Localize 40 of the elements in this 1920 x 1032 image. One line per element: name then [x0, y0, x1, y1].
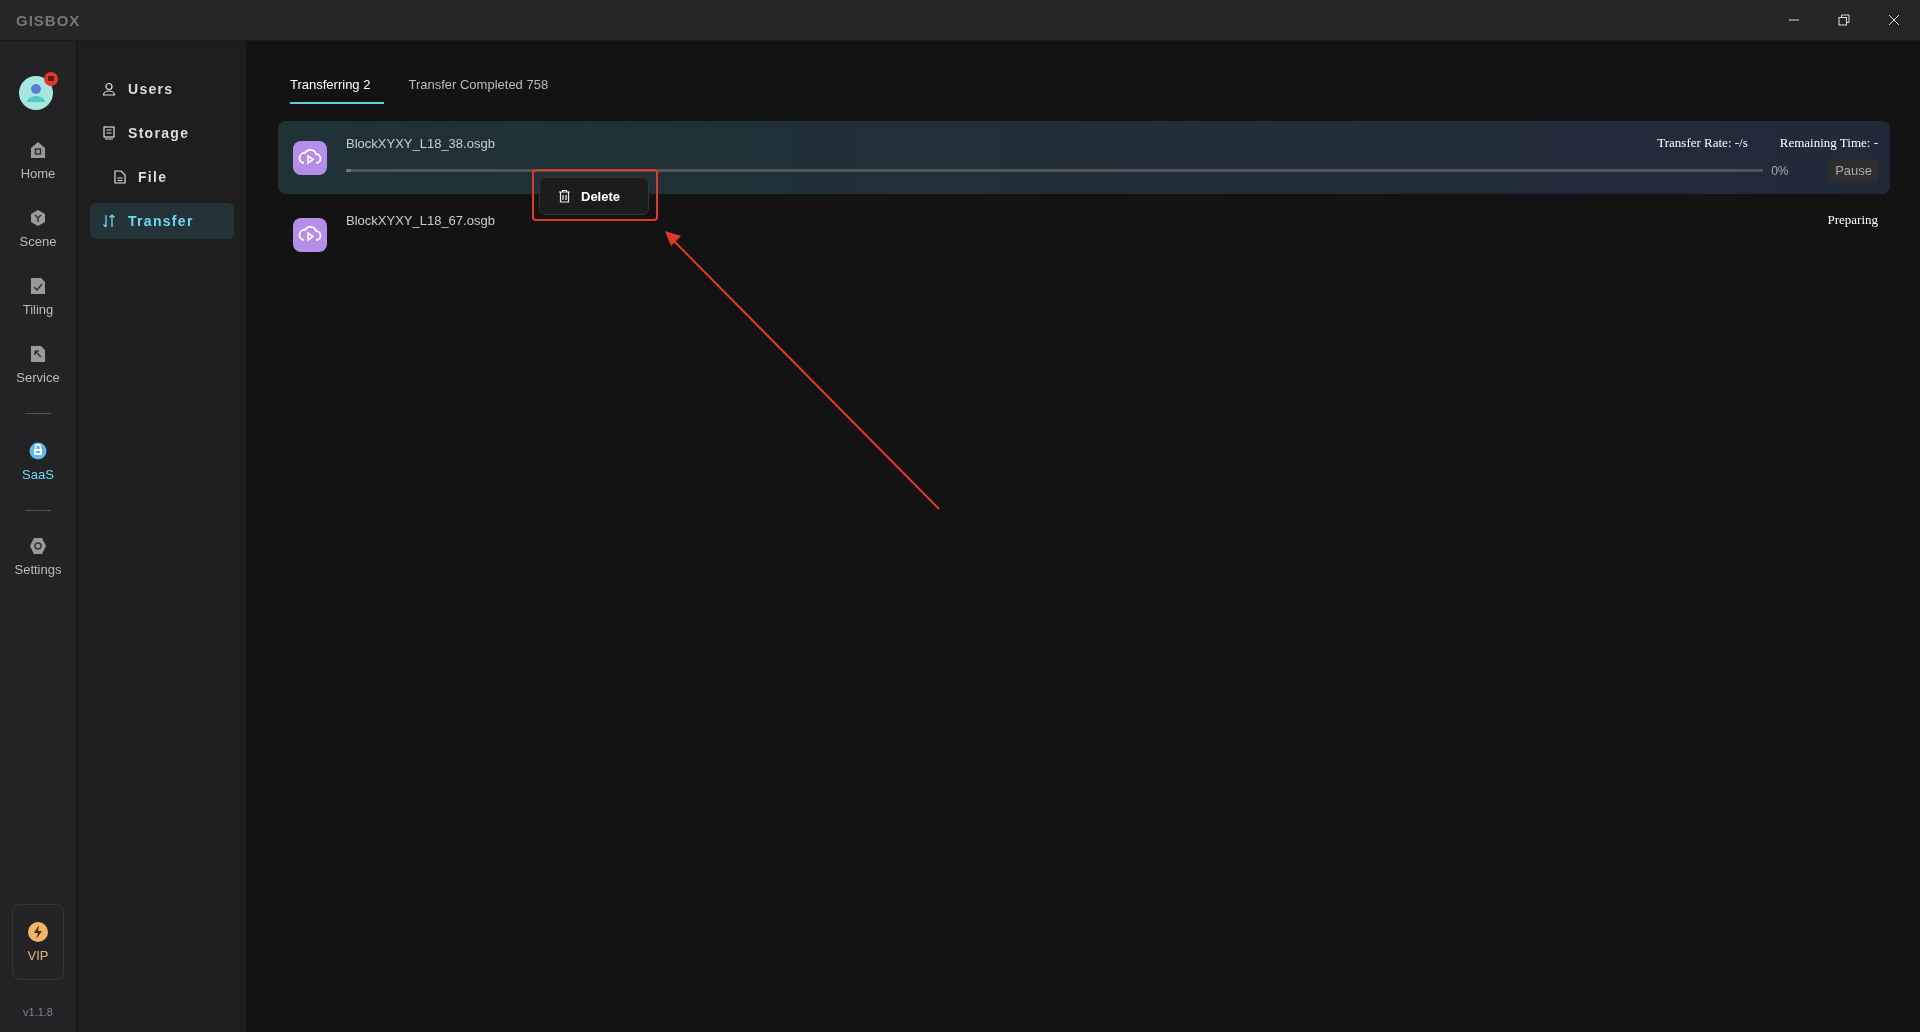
document-arrow-icon	[29, 345, 47, 363]
pause-button[interactable]: Pause	[1829, 159, 1878, 182]
tab[interactable]: Transferring 2	[290, 63, 385, 104]
file-name: BlockXYXY_L18_38.osgb	[346, 135, 496, 151]
sidebar-item[interactable]: Transfer	[90, 203, 234, 239]
rail-nav-item[interactable]: Settings	[14, 525, 62, 593]
version-label: v1.1.8	[23, 1006, 53, 1018]
user-icon	[102, 82, 116, 96]
vip-button[interactable]: VIP	[12, 904, 64, 980]
sidebar-item[interactable]: Storage	[102, 115, 234, 151]
context-menu-item[interactable]: Delete	[539, 177, 649, 215]
rail-nav-item[interactable]: Scene	[19, 197, 57, 265]
transfer-arrows-icon	[102, 214, 116, 228]
restore-icon[interactable]	[1838, 14, 1850, 26]
rail-nav-item[interactable]: Home	[20, 129, 56, 197]
cloud-lock-icon	[28, 440, 48, 460]
progress-percent: 0%	[1771, 163, 1790, 178]
rail-nav-item[interactable]: Service	[16, 333, 60, 401]
lightning-icon	[28, 921, 48, 942]
rail-nav-item[interactable]: SaaS	[22, 428, 54, 498]
sidebar-item[interactable]: Users	[102, 71, 234, 107]
house-icon	[29, 141, 47, 159]
trash-icon	[558, 189, 571, 203]
remaining-time: Remaining Time: -	[1779, 135, 1878, 151]
cloud-play-icon	[293, 218, 327, 252]
settings-icon	[29, 537, 47, 555]
storage-icon	[102, 126, 116, 140]
cloud-play-icon	[293, 141, 327, 175]
avatar-icon[interactable]	[18, 71, 58, 111]
document-icon	[114, 170, 126, 184]
app-logo: GISBOX	[16, 11, 81, 29]
close-icon[interactable]	[1888, 14, 1900, 26]
transfer-rate: Transfer Rate: -/s	[1657, 135, 1748, 151]
rail-nav-item[interactable]: Tiling	[22, 265, 54, 333]
tab[interactable]: Transfer Completed 758	[408, 63, 549, 104]
sidebar-item[interactable]: File	[102, 159, 234, 195]
file-name: BlockXYXY_L18_67.osgb	[346, 212, 496, 228]
document-check-icon	[29, 277, 47, 295]
status-label: Preparing	[1827, 212, 1878, 228]
cube-icon	[29, 209, 47, 227]
